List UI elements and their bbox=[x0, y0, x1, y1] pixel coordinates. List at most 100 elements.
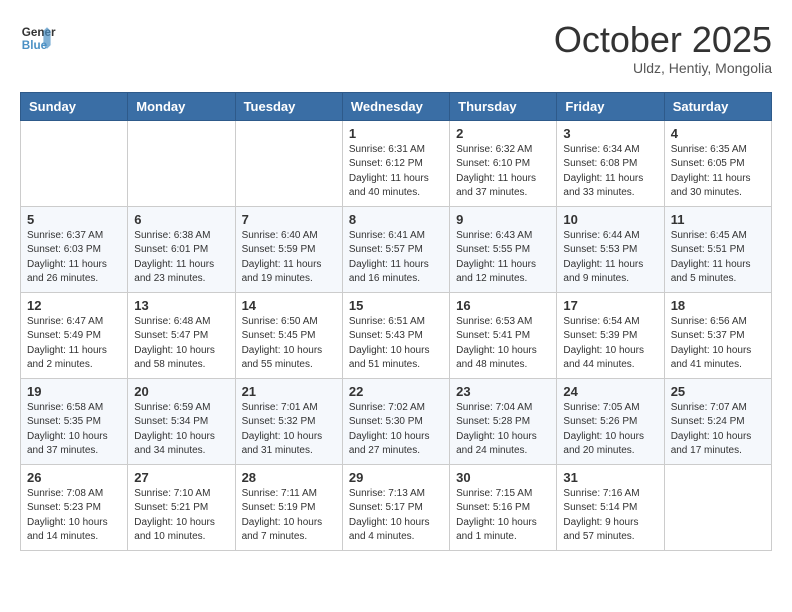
day-number: 21 bbox=[242, 384, 336, 399]
calendar-cell: 5 Sunrise: 6:37 AM Sunset: 6:03 PM Daylig… bbox=[21, 206, 128, 292]
day-info: Sunrise: 6:47 AM Sunset: 5:49 PM Dayligh… bbox=[27, 315, 121, 373]
calendar-cell: 26Sunrise: 7:08 AM Sunset: 5:23 PM Dayli… bbox=[21, 464, 128, 550]
day-number: 19 bbox=[27, 384, 121, 399]
calendar-cell: 25Sunrise: 7:07 AM Sunset: 5:24 PM Dayli… bbox=[664, 378, 771, 464]
weekday-header-thursday: Thursday bbox=[450, 92, 557, 120]
day-info: Sunrise: 6:31 AM Sunset: 6:12 PM Dayligh… bbox=[349, 143, 443, 201]
calendar-table: SundayMondayTuesdayWednesdayThursdayFrid… bbox=[20, 92, 772, 551]
day-info: Sunrise: 6:44 AM Sunset: 5:53 PM Dayligh… bbox=[563, 229, 657, 287]
day-number: 30 bbox=[456, 470, 550, 485]
day-info: Sunrise: 6:59 AM Sunset: 5:34 PM Dayligh… bbox=[134, 401, 228, 459]
weekday-header-monday: Monday bbox=[128, 92, 235, 120]
calendar-cell: 31Sunrise: 7:16 AM Sunset: 5:14 PM Dayli… bbox=[557, 464, 664, 550]
day-info: Sunrise: 7:10 AM Sunset: 5:21 PM Dayligh… bbox=[134, 487, 228, 545]
day-number: 26 bbox=[27, 470, 121, 485]
calendar-cell: 8 Sunrise: 6:41 AM Sunset: 5:57 PM Daylig… bbox=[342, 206, 449, 292]
day-info: Sunrise: 6:58 AM Sunset: 5:35 PM Dayligh… bbox=[27, 401, 121, 459]
logo-icon: General Blue bbox=[20, 20, 56, 56]
calendar-week-5: 26Sunrise: 7:08 AM Sunset: 5:23 PM Dayli… bbox=[21, 464, 772, 550]
day-number: 20 bbox=[134, 384, 228, 399]
day-number: 4 bbox=[671, 126, 765, 141]
calendar-cell: 3 Sunrise: 6:34 AM Sunset: 6:08 PM Daylig… bbox=[557, 120, 664, 206]
calendar-cell: 22Sunrise: 7:02 AM Sunset: 5:30 PM Dayli… bbox=[342, 378, 449, 464]
day-info: Sunrise: 7:01 AM Sunset: 5:32 PM Dayligh… bbox=[242, 401, 336, 459]
day-info: Sunrise: 6:35 AM Sunset: 6:05 PM Dayligh… bbox=[671, 143, 765, 201]
day-number: 17 bbox=[563, 298, 657, 313]
day-info: Sunrise: 7:02 AM Sunset: 5:30 PM Dayligh… bbox=[349, 401, 443, 459]
day-info: Sunrise: 6:45 AM Sunset: 5:51 PM Dayligh… bbox=[671, 229, 765, 287]
day-info: Sunrise: 6:41 AM Sunset: 5:57 PM Dayligh… bbox=[349, 229, 443, 287]
svg-text:General: General bbox=[22, 26, 56, 39]
day-info: Sunrise: 6:56 AM Sunset: 5:37 PM Dayligh… bbox=[671, 315, 765, 373]
calendar-cell: 9 Sunrise: 6:43 AM Sunset: 5:55 PM Daylig… bbox=[450, 206, 557, 292]
day-number: 11 bbox=[671, 212, 765, 227]
calendar-cell: 1 Sunrise: 6:31 AM Sunset: 6:12 PM Daylig… bbox=[342, 120, 449, 206]
day-number: 7 bbox=[242, 212, 336, 227]
day-number: 2 bbox=[456, 126, 550, 141]
weekday-header-wednesday: Wednesday bbox=[342, 92, 449, 120]
page-header: General Blue October 2025 Uldz, Hentiy, … bbox=[20, 20, 772, 76]
day-info: Sunrise: 7:05 AM Sunset: 5:26 PM Dayligh… bbox=[563, 401, 657, 459]
day-info: Sunrise: 6:38 AM Sunset: 6:01 PM Dayligh… bbox=[134, 229, 228, 287]
weekday-header-tuesday: Tuesday bbox=[235, 92, 342, 120]
weekday-header-sunday: Sunday bbox=[21, 92, 128, 120]
calendar-week-3: 12Sunrise: 6:47 AM Sunset: 5:49 PM Dayli… bbox=[21, 292, 772, 378]
calendar-cell bbox=[21, 120, 128, 206]
weekday-header-row: SundayMondayTuesdayWednesdayThursdayFrid… bbox=[21, 92, 772, 120]
calendar-cell: 13 Sunrise: 6:48 AM Sunset: 5:47 PM Dayli… bbox=[128, 292, 235, 378]
day-info: Sunrise: 7:16 AM Sunset: 5:14 PM Dayligh… bbox=[563, 487, 657, 545]
calendar-cell bbox=[128, 120, 235, 206]
day-number: 24 bbox=[563, 384, 657, 399]
day-info: Sunrise: 6:37 AM Sunset: 6:03 PM Dayligh… bbox=[27, 229, 121, 287]
weekday-header-saturday: Saturday bbox=[664, 92, 771, 120]
calendar-cell: 21 Sunrise: 7:01 AM Sunset: 5:32 PM Dayli… bbox=[235, 378, 342, 464]
calendar-cell: 6 Sunrise: 6:38 AM Sunset: 6:01 PM Daylig… bbox=[128, 206, 235, 292]
day-info: Sunrise: 7:15 AM Sunset: 5:16 PM Dayligh… bbox=[456, 487, 550, 545]
day-number: 8 bbox=[349, 212, 443, 227]
calendar-cell bbox=[235, 120, 342, 206]
logo: General Blue bbox=[20, 20, 56, 56]
calendar-cell: 12Sunrise: 6:47 AM Sunset: 5:49 PM Dayli… bbox=[21, 292, 128, 378]
calendar-cell: 19 Sunrise: 6:58 AM Sunset: 5:35 PM Dayli… bbox=[21, 378, 128, 464]
day-info: Sunrise: 7:13 AM Sunset: 5:17 PM Dayligh… bbox=[349, 487, 443, 545]
calendar-cell: 17 Sunrise: 6:54 AM Sunset: 5:39 PM Dayli… bbox=[557, 292, 664, 378]
day-info: Sunrise: 6:54 AM Sunset: 5:39 PM Dayligh… bbox=[563, 315, 657, 373]
calendar-cell: 24 Sunrise: 7:05 AM Sunset: 5:26 PM Dayli… bbox=[557, 378, 664, 464]
calendar-cell: 4 Sunrise: 6:35 AM Sunset: 6:05 PM Daylig… bbox=[664, 120, 771, 206]
calendar-cell: 7 Sunrise: 6:40 AM Sunset: 5:59 PM Daylig… bbox=[235, 206, 342, 292]
calendar-cell: 29 Sunrise: 7:13 AM Sunset: 5:17 PM Dayli… bbox=[342, 464, 449, 550]
calendar-week-1: 1 Sunrise: 6:31 AM Sunset: 6:12 PM Daylig… bbox=[21, 120, 772, 206]
day-number: 3 bbox=[563, 126, 657, 141]
day-number: 5 bbox=[27, 212, 121, 227]
calendar-cell: 11 Sunrise: 6:45 AM Sunset: 5:51 PM Dayli… bbox=[664, 206, 771, 292]
day-number: 15 bbox=[349, 298, 443, 313]
day-info: Sunrise: 6:32 AM Sunset: 6:10 PM Dayligh… bbox=[456, 143, 550, 201]
day-number: 16 bbox=[456, 298, 550, 313]
day-info: Sunrise: 7:04 AM Sunset: 5:28 PM Dayligh… bbox=[456, 401, 550, 459]
day-info: Sunrise: 6:43 AM Sunset: 5:55 PM Dayligh… bbox=[456, 229, 550, 287]
location-subtitle: Uldz, Hentiy, Mongolia bbox=[554, 60, 772, 76]
title-block: October 2025 Uldz, Hentiy, Mongolia bbox=[554, 20, 772, 76]
weekday-header-friday: Friday bbox=[557, 92, 664, 120]
day-number: 13 bbox=[134, 298, 228, 313]
calendar-cell: 30 Sunrise: 7:15 AM Sunset: 5:16 PM Dayli… bbox=[450, 464, 557, 550]
day-number: 18 bbox=[671, 298, 765, 313]
day-number: 1 bbox=[349, 126, 443, 141]
calendar-cell: 16Sunrise: 6:53 AM Sunset: 5:41 PM Dayli… bbox=[450, 292, 557, 378]
day-number: 29 bbox=[349, 470, 443, 485]
day-number: 9 bbox=[456, 212, 550, 227]
calendar-week-2: 5 Sunrise: 6:37 AM Sunset: 6:03 PM Daylig… bbox=[21, 206, 772, 292]
day-number: 14 bbox=[242, 298, 336, 313]
day-number: 6 bbox=[134, 212, 228, 227]
calendar-cell: 23 Sunrise: 7:04 AM Sunset: 5:28 PM Dayli… bbox=[450, 378, 557, 464]
day-info: Sunrise: 6:48 AM Sunset: 5:47 PM Dayligh… bbox=[134, 315, 228, 373]
calendar-cell: 18 Sunrise: 6:56 AM Sunset: 5:37 PM Dayli… bbox=[664, 292, 771, 378]
day-number: 23 bbox=[456, 384, 550, 399]
day-info: Sunrise: 6:34 AM Sunset: 6:08 PM Dayligh… bbox=[563, 143, 657, 201]
day-info: Sunrise: 7:07 AM Sunset: 5:24 PM Dayligh… bbox=[671, 401, 765, 459]
day-info: Sunrise: 6:40 AM Sunset: 5:59 PM Dayligh… bbox=[242, 229, 336, 287]
calendar-cell: 10Sunrise: 6:44 AM Sunset: 5:53 PM Dayli… bbox=[557, 206, 664, 292]
day-number: 27 bbox=[134, 470, 228, 485]
calendar-cell bbox=[664, 464, 771, 550]
day-info: Sunrise: 7:11 AM Sunset: 5:19 PM Dayligh… bbox=[242, 487, 336, 545]
